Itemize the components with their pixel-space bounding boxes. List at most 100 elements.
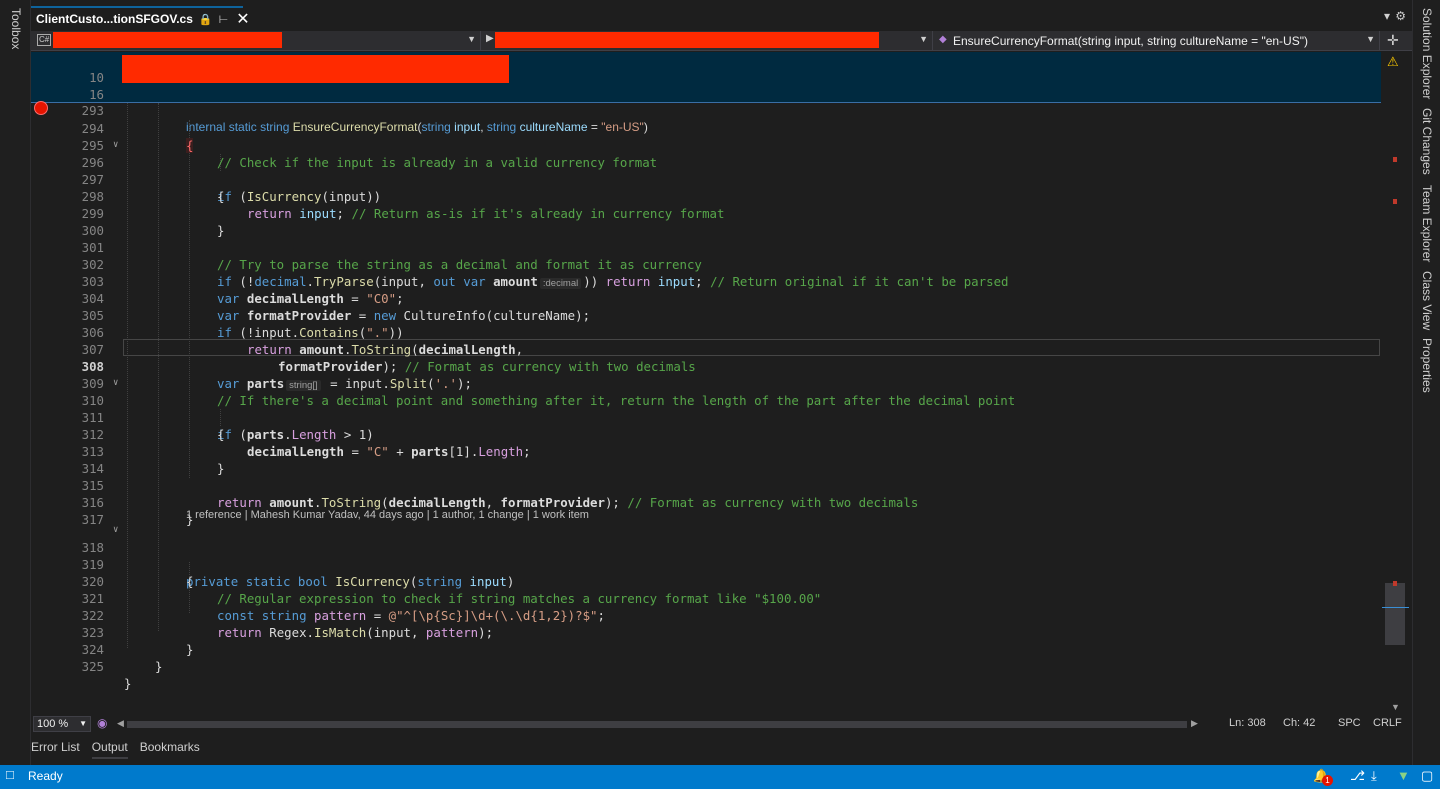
- tab-list-dropdown-icon[interactable]: ▾: [1384, 9, 1390, 23]
- line-indicator[interactable]: Ln: 308: [1229, 717, 1266, 729]
- code-line[interactable]: 322 return Regex.IsMatch(input, pattern)…: [31, 590, 1381, 640]
- code-line[interactable]: 302 if (!decimal.TryParse(input, out var…: [31, 239, 1381, 289]
- error-marker[interactable]: [1393, 581, 1397, 586]
- tab-title: ClientCusto...tionSFGOV.cs: [36, 12, 193, 26]
- code-line[interactable]: 312 decimalLength = "C" + parts[1].Lengt…: [31, 409, 1381, 459]
- output-window-icon[interactable]: □: [6, 767, 14, 782]
- left-tool-rail: Toolbox: [0, 0, 31, 765]
- code-line[interactable]: 318 ∨ private static bool IsCurrency(str…: [31, 522, 1381, 589]
- code-line[interactable]: 325 }: [31, 641, 1381, 691]
- properties-tab[interactable]: Properties: [1420, 338, 1434, 393]
- scroll-left-icon[interactable]: ◀: [117, 718, 124, 729]
- status-text: Ready: [28, 769, 63, 783]
- member-selected: EnsureCurrencyFormat(string input, strin…: [953, 34, 1308, 48]
- whitespace-indicator[interactable]: SPC: [1338, 717, 1361, 729]
- code-line[interactable]: 307 formatProvider); // Format as curren…: [31, 324, 1381, 374]
- class-icon: ▶: [486, 33, 494, 44]
- sticky-line[interactable]: 293 internal static string EnsureCurrenc…: [31, 85, 1381, 134]
- column-indicator[interactable]: Ch: 42: [1283, 717, 1315, 729]
- pin-icon[interactable]: ⊢: [219, 13, 229, 26]
- code-line[interactable]: 304 var formatProvider = new CultureInfo…: [31, 273, 1381, 323]
- code-line[interactable]: 298 return input; // Return as-is if it'…: [31, 171, 1381, 221]
- notification-count-badge: 1: [1322, 775, 1333, 786]
- code-line[interactable]: 315 return amount.ToString(decimalLength…: [31, 460, 1381, 510]
- code-line[interactable]: 316 }: [31, 477, 1381, 527]
- repo-status-icon[interactable]: ▼: [1397, 768, 1410, 783]
- method-icon: ◆: [939, 34, 947, 45]
- code-line[interactable]: 300: [31, 205, 1381, 238]
- code-line[interactable]: 323 }: [31, 607, 1381, 657]
- git-branch-icon[interactable]: ⎇: [1350, 768, 1365, 784]
- navigation-bar: C# ▼ ▶ ▼ ◆ EnsureCurrencyFormat(string i…: [31, 31, 1412, 51]
- code-line[interactable]: 320 // Regular expression to check if st…: [31, 556, 1381, 606]
- sticky-scroll-header: 10 16 293 internal static string EnsureC…: [31, 52, 1381, 134]
- tool-window-tabs: Error List Output Bookmarks: [31, 739, 212, 759]
- line-number: 325: [81, 659, 104, 674]
- publish-icon[interactable]: ⤓: [1371, 768, 1377, 784]
- warning-icon[interactable]: ⚠: [1387, 54, 1399, 70]
- document-tab[interactable]: ClientCusto...tionSFGOV.cs 🔒 ⊢ ✕: [31, 6, 250, 30]
- code-line[interactable]: 311 {: [31, 392, 1381, 442]
- error-marker[interactable]: [1393, 199, 1397, 204]
- code-line[interactable]: 295 // Check if the input is already in …: [31, 120, 1381, 170]
- zoom-dropdown[interactable]: 100 % ▼: [33, 716, 91, 732]
- chevron-down-icon: ▼: [79, 719, 87, 728]
- project-dropdown[interactable]: C# ▼: [31, 31, 481, 51]
- member-dropdown[interactable]: ◆ EnsureCurrencyFormat(string input, str…: [933, 31, 1380, 51]
- collapse-icon[interactable]: ∨: [113, 522, 118, 539]
- code-line[interactable]: 310 ∨ if (parts.Length > 1): [31, 375, 1381, 442]
- intellicode-icon[interactable]: ◉: [97, 716, 107, 730]
- horizontal-scrollbar[interactable]: [127, 721, 1187, 728]
- codelens[interactable]: 1 reference | Mahesh Kumar Yadav, 44 day…: [186, 509, 589, 521]
- tab-output[interactable]: Output: [91, 739, 128, 759]
- split-window-icon[interactable]: ✛: [1387, 32, 1399, 49]
- code-line[interactable]: 296 ∨ if (IsCurrency(input)): [31, 137, 1381, 204]
- type-dropdown[interactable]: ▶ ▼: [481, 31, 933, 51]
- solution-explorer-tab[interactable]: Solution Explorer: [1420, 8, 1434, 99]
- zoom-value: 100 %: [37, 718, 69, 730]
- code-line[interactable]: 321 const string pattern = @"^[\p{Sc}]\d…: [31, 573, 1381, 623]
- feedback-icon[interactable]: ▢: [1421, 768, 1433, 784]
- redacted-type-name: [495, 32, 879, 48]
- code-line[interactable]: 306 return amount.ToString(decimalLength…: [31, 307, 1381, 357]
- code-line[interactable]: 305 if (!input.Contains(".")): [31, 290, 1381, 340]
- error-marker[interactable]: [1393, 157, 1397, 162]
- sticky-line[interactable]: 16: [31, 69, 1381, 102]
- code-line-current[interactable]: 308 var parts string[] = input.Split('.')…: [31, 341, 1381, 391]
- code-line[interactable]: 294 {: [31, 103, 1381, 153]
- chevron-down-icon: ▼: [467, 34, 476, 44]
- vertical-scrollbar[interactable]: ⚠ ▼: [1381, 52, 1412, 714]
- lock-icon: 🔒: [198, 13, 213, 26]
- code-line[interactable]: 297 {: [31, 154, 1381, 204]
- scroll-down-icon[interactable]: ▼: [1391, 702, 1400, 712]
- chevron-down-icon: ▼: [919, 34, 928, 44]
- collapse-icon[interactable]: ∨: [113, 375, 118, 392]
- code-line[interactable]: 314: [31, 443, 1381, 476]
- csharp-project-icon: C#: [37, 34, 52, 46]
- code-editor[interactable]: 294 { 295 // Check if the input is alrea…: [31, 101, 1381, 714]
- settings-icon[interactable]: ⚙: [1395, 9, 1406, 23]
- toolbox-tab[interactable]: Toolbox: [9, 8, 23, 49]
- redacted-project-name: [53, 32, 282, 48]
- right-tool-rail: Solution Explorer Git Changes Team Explo…: [1412, 0, 1440, 765]
- chevron-down-icon: ▼: [1366, 34, 1375, 44]
- code-line[interactable]: 301 // Try to parse the string as a deci…: [31, 222, 1381, 272]
- scrollbar-thumb[interactable]: [1385, 583, 1405, 645]
- code-line[interactable]: 324 }: [31, 624, 1381, 674]
- caret-position-marker: [1382, 607, 1409, 608]
- close-icon[interactable]: ✕: [236, 9, 249, 29]
- scroll-right-icon[interactable]: ▶: [1191, 718, 1198, 729]
- code-line[interactable]: 319 {: [31, 539, 1381, 589]
- editor-bottom-bar: 100 % ▼ ◉ ◀ ▶ Ln: 308 Ch: 42 SPC CRLF: [31, 716, 1412, 732]
- tab-bookmarks[interactable]: Bookmarks: [140, 739, 200, 759]
- code-line[interactable]: 313 }: [31, 426, 1381, 476]
- tab-error-list[interactable]: Error List: [31, 739, 80, 759]
- git-changes-tab[interactable]: Git Changes: [1420, 108, 1434, 175]
- line-ending-indicator[interactable]: CRLF: [1373, 717, 1402, 729]
- team-explorer-tab[interactable]: Team Explorer: [1420, 185, 1434, 262]
- code-line[interactable]: 309 // If there's a decimal point and so…: [31, 358, 1381, 408]
- code-line[interactable]: 303 var decimalLength = "C0";: [31, 256, 1381, 306]
- collapse-icon[interactable]: ∨: [113, 137, 118, 154]
- class-view-tab[interactable]: Class View: [1420, 271, 1434, 330]
- code-line[interactable]: 299 }: [31, 188, 1381, 238]
